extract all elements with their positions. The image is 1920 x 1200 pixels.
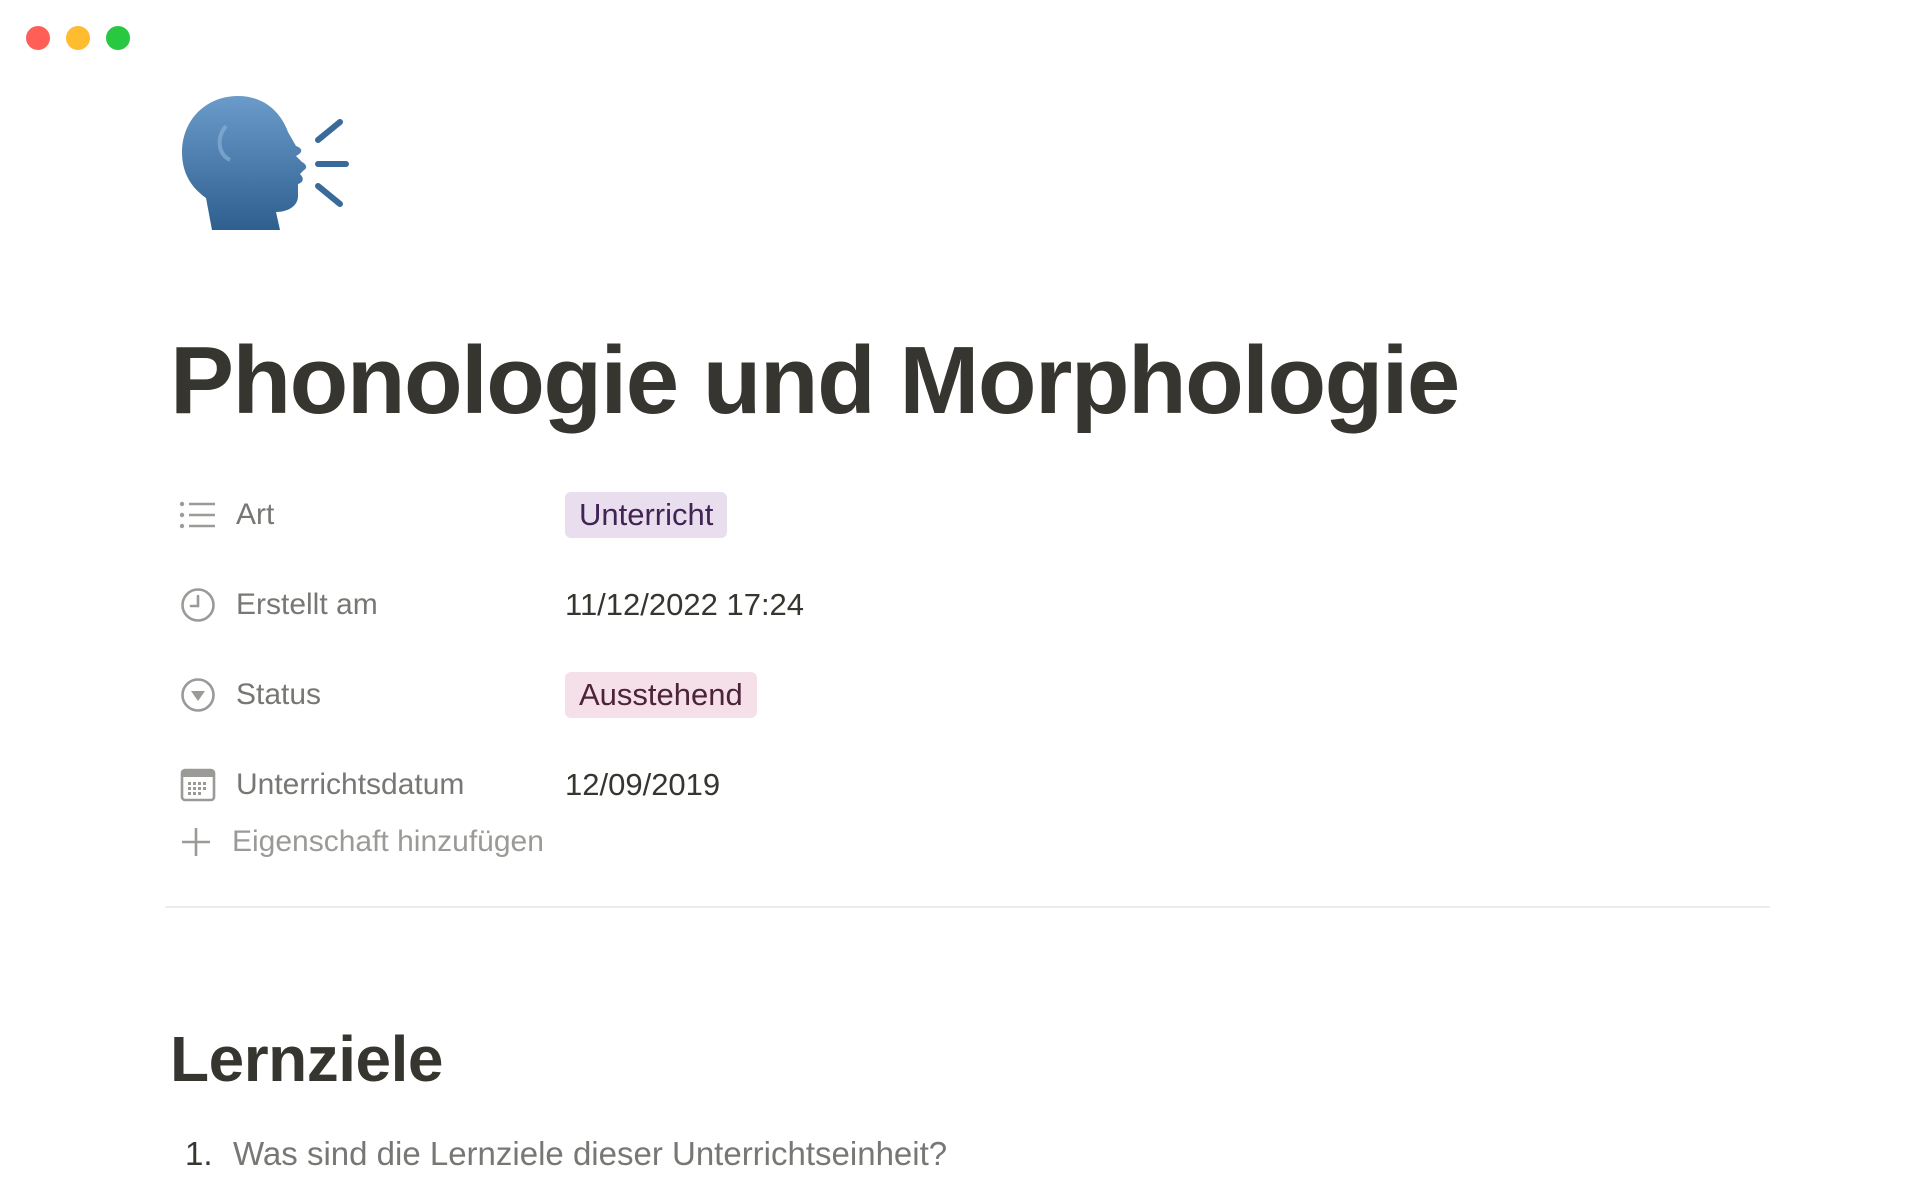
app-window: Phonologie und Morphologie Art Unterrich… bbox=[0, 0, 1920, 1200]
status-icon bbox=[178, 675, 218, 715]
property-name: Status bbox=[170, 675, 565, 715]
add-property-label: Eigenschaft hinzufügen bbox=[232, 825, 544, 858]
properties-panel: Art Unterricht Erstellt am 11/12/2022 17… bbox=[170, 470, 1770, 830]
maximize-window-button[interactable] bbox=[106, 26, 130, 50]
property-row-created[interactable]: Erstellt am 11/12/2022 17:24 bbox=[170, 560, 1770, 650]
property-value-art[interactable]: Unterricht bbox=[565, 492, 728, 538]
list-number: 1. bbox=[185, 1135, 213, 1172]
minimize-window-button[interactable] bbox=[66, 26, 90, 50]
calendar-icon bbox=[178, 765, 218, 805]
list-icon bbox=[178, 495, 218, 535]
property-value-created: 11/12/2022 17:24 bbox=[565, 587, 805, 622]
close-window-button[interactable] bbox=[26, 26, 50, 50]
plus-icon bbox=[176, 822, 216, 862]
tag-ausstehend: Ausstehend bbox=[565, 672, 757, 718]
property-value-status[interactable]: Ausstehend bbox=[565, 672, 757, 718]
speaking-head-icon[interactable] bbox=[176, 90, 356, 250]
list-item-text[interactable]: Was sind die Lernziele dieser Unterricht… bbox=[233, 1135, 947, 1173]
property-label-status: Status bbox=[236, 678, 322, 711]
tag-unterricht: Unterricht bbox=[565, 492, 728, 538]
add-property-button[interactable]: Eigenschaft hinzufügen bbox=[176, 822, 544, 862]
property-value-date: 12/09/2019 bbox=[565, 767, 721, 802]
property-row-status[interactable]: Status Ausstehend bbox=[170, 650, 1770, 740]
page-title[interactable]: Phonologie und Morphologie bbox=[170, 328, 1460, 434]
property-name: Art bbox=[170, 495, 565, 535]
section-heading-lernziele[interactable]: Lernziele bbox=[170, 1024, 443, 1095]
numbered-list-item[interactable]: 1. Was sind die Lernziele dieser Unterri… bbox=[185, 1135, 947, 1173]
divider bbox=[165, 906, 1770, 908]
property-label-created: Erstellt am bbox=[236, 588, 378, 621]
property-name: Unterrichtsdatum bbox=[170, 765, 565, 805]
property-row-art[interactable]: Art Unterricht bbox=[170, 470, 1770, 560]
window-controls bbox=[26, 26, 130, 50]
property-name: Erstellt am bbox=[170, 585, 565, 625]
clock-icon bbox=[178, 585, 218, 625]
property-row-date[interactable]: Unterrichtsdatum 12/09/2019 bbox=[170, 740, 1770, 830]
property-label-art: Art bbox=[236, 498, 275, 531]
property-label-date: Unterrichtsdatum bbox=[236, 768, 465, 801]
